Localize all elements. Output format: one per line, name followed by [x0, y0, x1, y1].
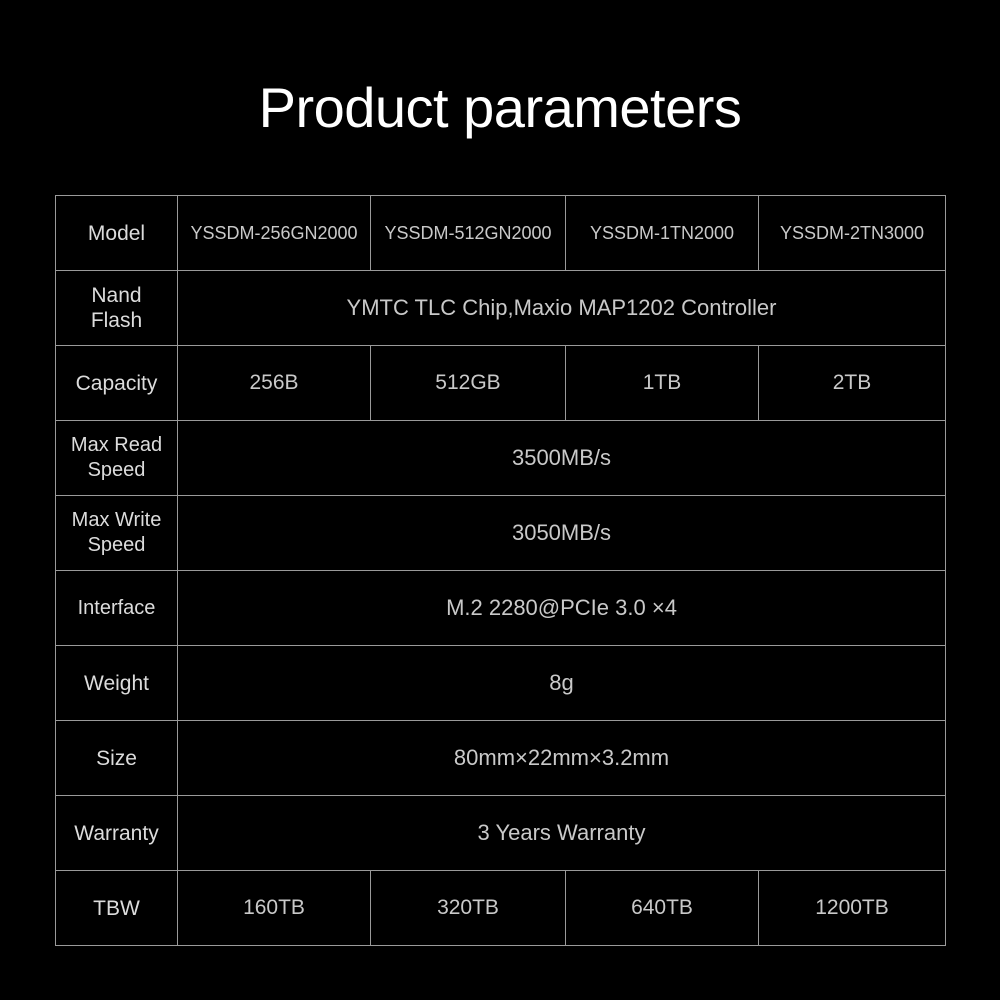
row-label-interface: Interface — [55, 570, 178, 646]
row-label-capacity: Capacity — [55, 345, 178, 421]
row-label-size: Size — [55, 720, 178, 796]
row-label-text: TBW — [93, 896, 140, 920]
cell-max-write-speed-value: 3050MB/s — [177, 495, 946, 571]
table-row: TBW 160TB 320TB 640TB 1200TB — [55, 870, 946, 946]
cell-tbw-256: 160TB — [177, 870, 371, 946]
row-label-text: Size — [96, 746, 137, 770]
table-row: Warranty 3 Years Warranty — [55, 795, 946, 871]
table-row: Max Read Speed 3500MB/s — [55, 420, 946, 496]
row-label-text-line2: Flash — [90, 309, 143, 332]
row-label-text-line1: Max Read — [70, 434, 163, 456]
cell-interface-value: M.2 2280@PCIe 3.0 ×4 — [177, 570, 946, 646]
cell-capacity-1tb: 1TB — [565, 345, 759, 421]
cell-model-512: YSSDM-512GN2000 — [370, 195, 566, 271]
cell-capacity-256: 256B — [177, 345, 371, 421]
page-title: Product parameters — [258, 76, 742, 139]
table-row: Capacity 256B 512GB 1TB 2TB — [55, 345, 946, 421]
row-label-text-line2: Speed — [87, 459, 146, 481]
row-label-weight: Weight — [55, 645, 178, 721]
cell-nand-flash-value: YMTC TLC Chip,Maxio MAP1202 Controller — [177, 270, 946, 346]
cell-capacity-2tb: 2TB — [758, 345, 946, 421]
row-label-nand-flash: Nand Flash — [55, 270, 178, 346]
cell-max-read-speed-value: 3500MB/s — [177, 420, 946, 496]
specifications-table-body: Model YSSDM-256GN2000 YSSDM-512GN2000 YS… — [55, 195, 946, 946]
table-row: Interface M.2 2280@PCIe 3.0 ×4 — [55, 570, 946, 646]
specifications-table: Model YSSDM-256GN2000 YSSDM-512GN2000 YS… — [55, 195, 946, 946]
cell-tbw-2tb: 1200TB — [758, 870, 946, 946]
cell-model-256: YSSDM-256GN2000 — [177, 195, 371, 271]
table-row: Size 80mm×22mm×3.2mm — [55, 720, 946, 796]
cell-tbw-512: 320TB — [370, 870, 566, 946]
row-label-max-write-speed: Max Write Speed — [55, 495, 178, 571]
cell-model-2tb: YSSDM-2TN3000 — [758, 195, 946, 271]
row-label-text: Interface — [77, 596, 156, 619]
row-label-text: Weight — [84, 671, 149, 695]
row-label-text: Model — [87, 221, 146, 245]
row-label-model: Model — [55, 195, 178, 271]
cell-size-value: 80mm×22mm×3.2mm — [177, 720, 946, 796]
row-label-text: Capacity — [75, 371, 158, 395]
row-label-tbw: TBW — [55, 870, 178, 946]
cell-capacity-512: 512GB — [370, 345, 566, 421]
cell-model-1tb: YSSDM-1TN2000 — [565, 195, 759, 271]
row-label-text-line1: Max Write — [71, 509, 162, 531]
row-label-max-read-speed: Max Read Speed — [55, 420, 178, 496]
row-label-text: Warranty — [74, 821, 159, 845]
product-parameters-page: Product parameters Model YSSDM-256GN2000… — [0, 0, 1000, 1000]
cell-tbw-1tb: 640TB — [565, 870, 759, 946]
cell-warranty-value: 3 Years Warranty — [177, 795, 946, 871]
cell-weight-value: 8g — [177, 645, 946, 721]
table-row: Weight 8g — [55, 645, 946, 721]
row-label-text-line1: Nand — [91, 284, 142, 307]
table-row: Max Write Speed 3050MB/s — [55, 495, 946, 571]
row-label-text-line2: Speed — [87, 534, 146, 556]
table-row: Model YSSDM-256GN2000 YSSDM-512GN2000 YS… — [55, 195, 946, 271]
row-label-warranty: Warranty — [55, 795, 178, 871]
table-row: Nand Flash YMTC TLC Chip,Maxio MAP1202 C… — [55, 270, 946, 346]
